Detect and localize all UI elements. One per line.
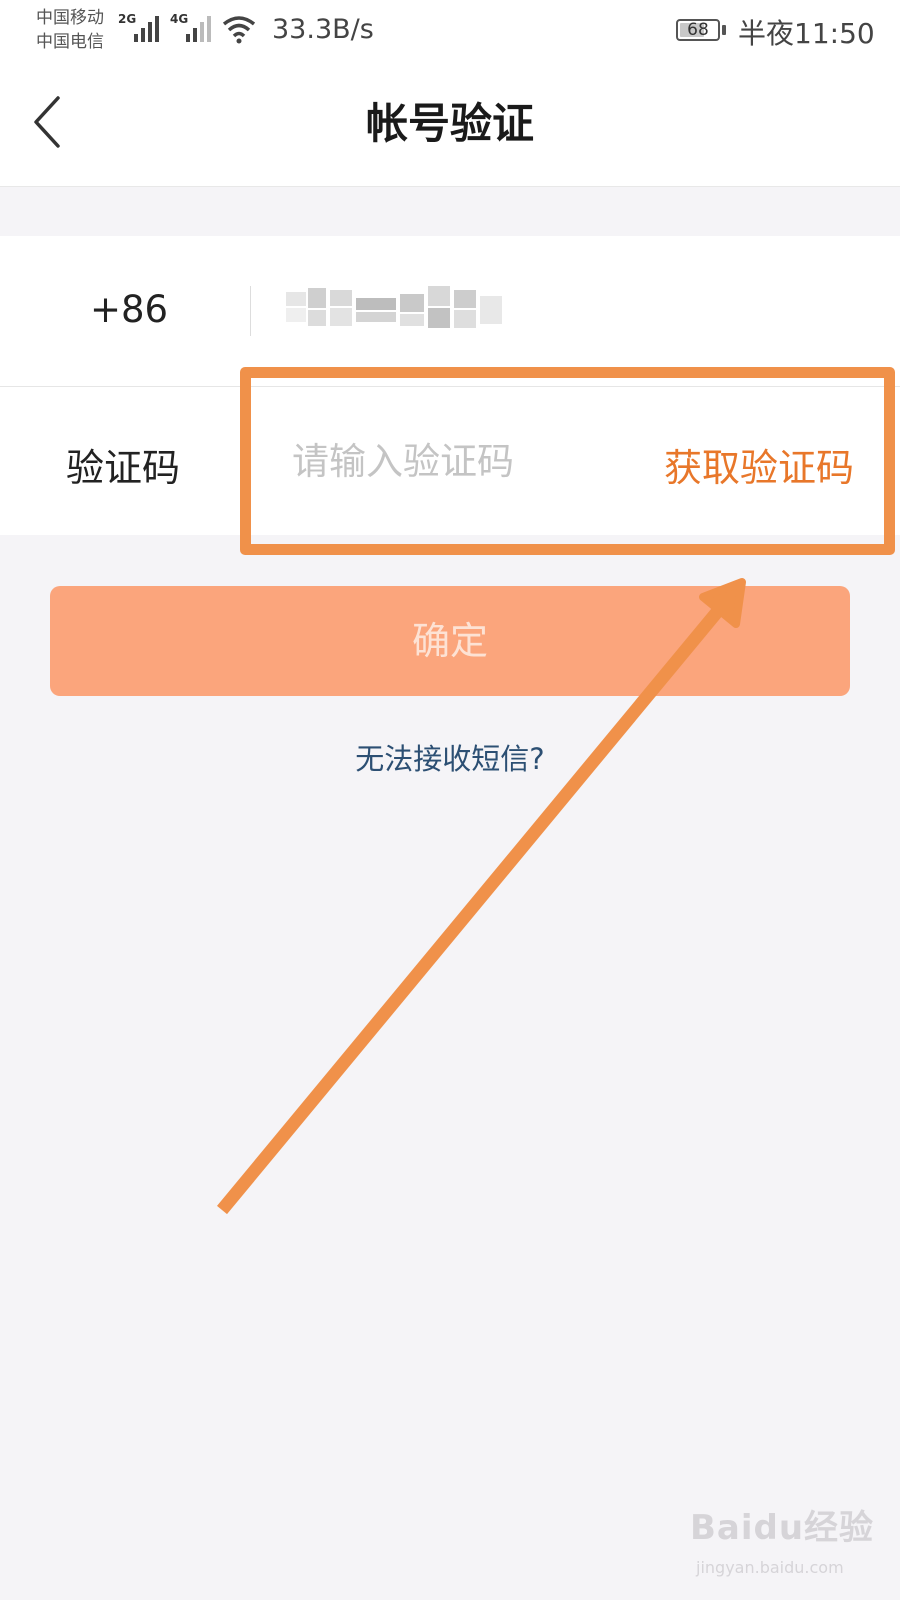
carrier-info: 中国移动 中国电信 <box>36 6 104 54</box>
watermark-logo: Baidu经验 <box>690 1508 875 1548</box>
status-time: 半夜11:50 <box>738 17 875 50</box>
battery-level: 68 <box>687 20 709 40</box>
carrier-2: 中国电信 <box>36 32 104 52</box>
phone-row: +86 <box>0 236 900 387</box>
phone-number-masked <box>286 286 502 328</box>
wifi-icon <box>222 16 256 44</box>
highlight-box <box>240 367 895 555</box>
country-code[interactable]: +86 <box>90 288 168 331</box>
signal-strength-icon <box>186 16 211 42</box>
confirm-button[interactable]: 确定 <box>50 586 850 696</box>
status-bar: 中国移动 中国电信 2G 4G 33.3B/s 68 半夜11:50 <box>0 0 900 62</box>
no-sms-link[interactable]: 无法接收短信? <box>0 736 900 778</box>
battery-cap <box>722 25 726 35</box>
battery-icon: 68 <box>676 19 720 41</box>
signal-strength-icon <box>134 16 159 42</box>
watermark-url: jingyan.baidu.com <box>696 1558 844 1577</box>
watermark: Baidu经验 jingyan.baidu.com <box>690 1500 890 1590</box>
nav-bar: 帐号验证 <box>0 62 900 187</box>
network-speed: 33.3B/s <box>272 14 374 45</box>
page-title: 帐号验证 <box>365 99 534 148</box>
divider <box>250 286 251 336</box>
code-label: 验证码 <box>66 446 181 490</box>
carrier-1: 中国移动 <box>36 8 104 28</box>
